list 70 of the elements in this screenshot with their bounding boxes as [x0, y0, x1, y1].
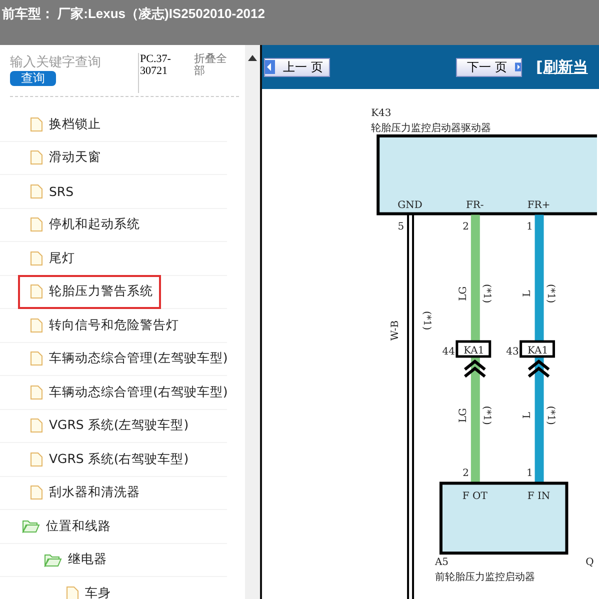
- wire-note: (*1): [480, 406, 492, 425]
- tree-item[interactable]: VGRS 系统(左驾驶车型): [18, 408, 197, 443]
- connector-number: 44: [442, 346, 455, 358]
- wire-code: L: [522, 412, 533, 419]
- connector-label: KA1: [464, 345, 484, 356]
- wire-code: L: [522, 290, 533, 297]
- connector-number: 43: [506, 346, 519, 358]
- previous-page-button[interactable]: 上一 页: [264, 58, 330, 76]
- tree-item[interactable]: VGRS 系统(右驾驶车型): [18, 442, 197, 476]
- tree-item[interactable]: 位置和线路: [10, 509, 119, 544]
- tree-item[interactable]: SRS: [18, 174, 82, 208]
- tree-item[interactable]: 车辆动态综合管理(右驾驶车型): [18, 375, 236, 410]
- pin-number: 1: [526, 468, 533, 480]
- document-icon: [30, 150, 43, 166]
- wire-note: (*1): [480, 284, 492, 304]
- document-icon: [30, 217, 43, 232]
- tree-item[interactable]: 尾灯: [18, 241, 83, 276]
- pin-number: 2: [462, 222, 469, 233]
- pin-number: 1: [526, 222, 533, 233]
- tree-item[interactable]: 车辆动态综合管理(左驾驶车型): [18, 342, 236, 376]
- pin-label: F IN: [527, 491, 550, 502]
- scrollbar[interactable]: [245, 45, 262, 599]
- connector-label: KA1: [528, 345, 548, 356]
- pin-number: 2: [462, 468, 469, 480]
- tree-item[interactable]: 车身: [54, 576, 119, 599]
- chevron-icon: [463, 360, 486, 378]
- tree-item[interactable]: 刮水器和清洗器: [18, 476, 148, 510]
- document-icon: [30, 418, 43, 434]
- pin-number: 5: [398, 222, 404, 233]
- search-button[interactable]: 查询: [10, 71, 56, 86]
- wire-note: (*1): [544, 406, 556, 425]
- document-icon: [30, 384, 43, 400]
- refresh-link[interactable]: [刷新当: [536, 58, 588, 76]
- tree-item[interactable]: 换档锁止: [18, 107, 109, 142]
- component-name: 前轮胎压力监控启动器: [435, 572, 535, 584]
- pin-label: F OT: [462, 491, 488, 502]
- component-code: A5: [435, 557, 449, 568]
- document-icon: [30, 184, 43, 199]
- chevron-icon: [527, 360, 550, 378]
- component-code: K43: [371, 108, 392, 119]
- wire-note: (*1): [544, 284, 556, 304]
- wire-code: W-B: [390, 320, 402, 341]
- wire-code: LG: [458, 408, 469, 423]
- tree-item[interactable]: 停机和起动系统: [18, 208, 148, 242]
- document-icon: [30, 284, 43, 300]
- document-icon: [30, 351, 43, 366]
- code-label: PC.37-30721: [138, 53, 186, 93]
- tree-item[interactable]: 滑动天窗: [18, 140, 109, 175]
- tree-item[interactable]: 转向信号和危险警告灯: [18, 308, 187, 342]
- document-icon: [30, 318, 43, 333]
- document-icon: [30, 452, 43, 467]
- tree-item[interactable]: 轮胎压力警告系统: [18, 274, 161, 309]
- wire-note: (*1): [421, 311, 432, 330]
- component-code: Q: [586, 557, 594, 568]
- document-icon: [66, 586, 79, 599]
- connector-box: [456, 340, 492, 358]
- document-icon: [30, 116, 43, 132]
- pin-label: FR+: [527, 200, 550, 211]
- next-page-button[interactable]: 下一 页: [456, 58, 522, 76]
- pin-label: FR-: [466, 200, 484, 211]
- tree-item[interactable]: 继电器: [32, 542, 115, 577]
- pin-label: GND: [398, 200, 422, 211]
- wire-code: LG: [458, 286, 469, 301]
- document-icon: [30, 250, 43, 266]
- document-icon: [30, 485, 43, 500]
- connector-box: [520, 340, 555, 358]
- component-name: 轮胎压力监控启动器驱动器: [371, 122, 492, 134]
- window-title: 前车型： 厂家:Lexus（凌志)IS2502010-2012: [2, 5, 265, 23]
- scroll-up-icon[interactable]: [248, 55, 257, 61]
- collapse-all-link[interactable]: 折叠全部: [194, 53, 234, 77]
